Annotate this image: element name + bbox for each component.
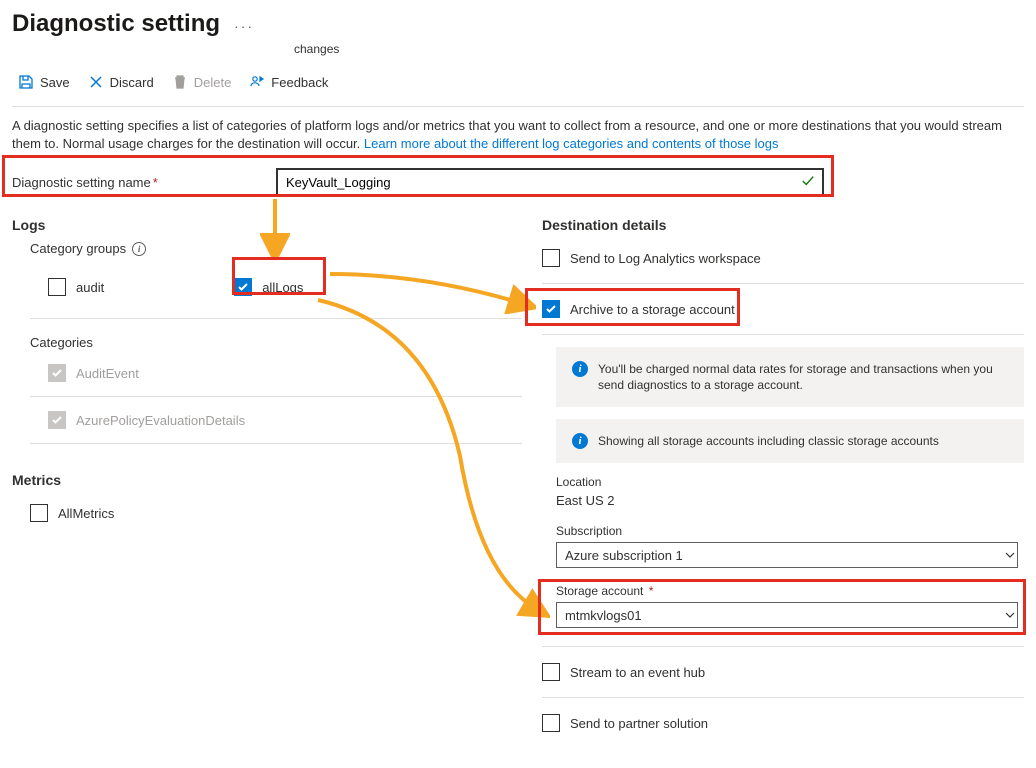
info-icon: i — [572, 361, 588, 377]
info-charges: i You'll be charged normal data rates fo… — [556, 347, 1024, 407]
save-label: Save — [40, 75, 70, 90]
auditevent-checkbox — [48, 364, 66, 382]
changes-text: changes — [294, 42, 1024, 56]
categories-heading: Categories — [30, 335, 522, 350]
eventhub-checkbox[interactable] — [542, 663, 560, 681]
setting-name-label: Diagnostic setting name* — [12, 175, 277, 190]
metrics-heading: Metrics — [12, 472, 522, 488]
feedback-label: Feedback — [271, 75, 328, 90]
audit-checkbox[interactable] — [48, 278, 66, 296]
auditevent-label: AuditEvent — [76, 366, 139, 381]
eventhub-label[interactable]: Stream to an event hub — [570, 665, 705, 680]
save-icon — [18, 74, 34, 90]
azurepolicy-label: AzurePolicyEvaluationDetails — [76, 413, 245, 428]
delete-button: Delete — [166, 70, 238, 94]
category-groups-heading: Category groups i — [30, 241, 522, 256]
chevron-down-icon — [1004, 549, 1016, 561]
allmetrics-label[interactable]: AllMetrics — [58, 506, 114, 521]
location-value: East US 2 — [556, 493, 1024, 508]
storage-label: Storage account * — [556, 584, 1024, 598]
discard-label: Discard — [110, 75, 154, 90]
chevron-down-icon — [1004, 609, 1016, 621]
archive-checkbox[interactable] — [542, 300, 560, 318]
save-button[interactable]: Save — [12, 70, 76, 94]
archive-label[interactable]: Archive to a storage account — [570, 302, 735, 317]
delete-label: Delete — [194, 75, 232, 90]
toolbar: Save Discard Delete Feedback — [12, 70, 1024, 107]
trash-icon — [172, 74, 188, 90]
destination-heading: Destination details — [542, 217, 1024, 233]
discard-button[interactable]: Discard — [82, 70, 160, 94]
audit-label[interactable]: audit — [76, 280, 104, 295]
feedback-button[interactable]: Feedback — [243, 70, 334, 94]
more-menu-icon[interactable]: ··· — [232, 10, 256, 34]
alllogs-label[interactable]: allLogs — [262, 280, 303, 295]
intro-text: A diagnostic setting specifies a list of… — [12, 117, 1024, 153]
page-title: Diagnostic setting — [12, 10, 220, 38]
allmetrics-checkbox[interactable] — [30, 504, 48, 522]
logs-heading: Logs — [12, 217, 522, 233]
learn-more-link[interactable]: Learn more about the different log categ… — [364, 136, 779, 151]
law-label[interactable]: Send to Log Analytics workspace — [570, 251, 761, 266]
law-checkbox[interactable] — [542, 249, 560, 267]
info-icon[interactable]: i — [132, 242, 146, 256]
location-label: Location — [556, 475, 1024, 489]
partner-checkbox[interactable] — [542, 714, 560, 732]
close-icon — [88, 74, 104, 90]
partner-label[interactable]: Send to partner solution — [570, 716, 708, 731]
alllogs-checkbox[interactable] — [234, 278, 252, 296]
setting-name-input[interactable] — [277, 169, 823, 195]
subscription-label: Subscription — [556, 524, 1024, 538]
azurepolicy-checkbox — [48, 411, 66, 429]
info-icon: i — [572, 433, 588, 449]
storage-select[interactable]: mtmkvlogs01 — [556, 602, 1018, 628]
subscription-select[interactable]: Azure subscription 1 — [556, 542, 1018, 568]
feedback-icon — [249, 74, 265, 90]
info-allstorage: i Showing all storage accounts including… — [556, 419, 1024, 463]
valid-check-icon — [801, 174, 815, 188]
